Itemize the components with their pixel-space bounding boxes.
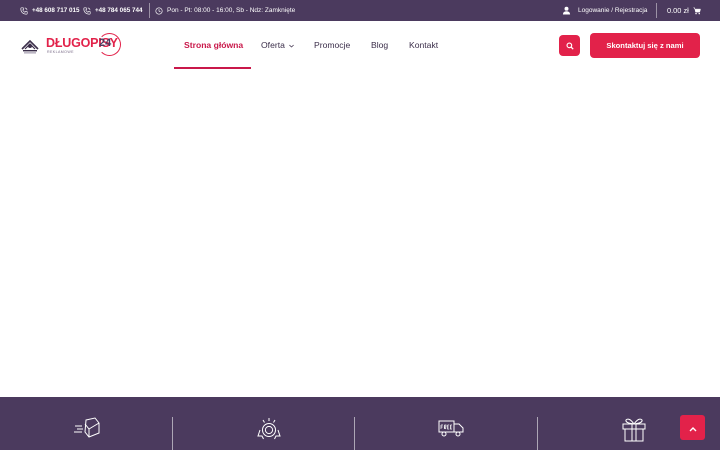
site-logo[interactable]: DŁUGOPISY REKLAMOWE 24 (20, 31, 122, 59)
account-link[interactable]: Logowanie / Rejestracja (562, 0, 647, 21)
user-icon (562, 6, 571, 15)
award-badge-icon (257, 417, 281, 446)
phone-2-link[interactable]: +48 784 065 744 (83, 0, 142, 21)
nav-promotions[interactable]: Promocje (314, 21, 350, 69)
nav-home[interactable]: Strona główna (184, 21, 243, 69)
chevron-up-icon (689, 419, 697, 437)
nav-contact[interactable]: Kontakt (409, 21, 438, 69)
opening-hours-text: Pon - Pt: 08:00 - 16:00, Sb - Ndz: Zamkn… (167, 7, 296, 14)
contact-us-button[interactable]: Skontaktuj się z nami (590, 33, 700, 58)
phone-2-text: +48 784 065 744 (95, 7, 143, 14)
logo-emblem-icon (20, 35, 40, 60)
cart-link[interactable]: 0.00 zł (667, 0, 701, 21)
opening-hours: Pon - Pt: 08:00 - 16:00, Sb - Ndz: Zamkn… (155, 0, 295, 21)
logo-number: 24 (99, 37, 112, 49)
free-shipping-truck-icon (438, 419, 464, 442)
nav-blog[interactable]: Blog (371, 21, 388, 69)
delivery-box-icon (74, 417, 100, 444)
phone-icon (20, 6, 28, 15)
scroll-to-top-button[interactable] (680, 415, 705, 440)
nav-offer[interactable]: Oferta (261, 21, 294, 69)
nav-offer-label: Oferta (261, 40, 285, 50)
logo-tagline: REKLAMOWE (47, 50, 74, 54)
search-button[interactable] (559, 35, 580, 56)
phone-1-link[interactable]: +48 608 717 015 (20, 0, 79, 21)
top-bar: +48 608 717 015 +48 784 065 744 Pon - Pt… (0, 0, 720, 21)
divider (537, 417, 538, 450)
phone-1-text: +48 608 717 015 (32, 7, 80, 14)
gift-icon (621, 416, 647, 447)
phone-icon (83, 6, 91, 15)
cart-total: 0.00 zł (667, 6, 689, 15)
cart-icon (693, 7, 701, 15)
search-icon (565, 37, 574, 55)
features-strip (0, 397, 720, 450)
divider (656, 3, 657, 18)
divider (354, 417, 355, 450)
nav-active-indicator (174, 67, 251, 69)
chevron-down-icon (289, 40, 294, 50)
clock-icon (155, 6, 163, 15)
divider (149, 3, 150, 18)
divider (172, 417, 173, 450)
account-link-text: Logowanie / Rejestracja (578, 7, 648, 14)
